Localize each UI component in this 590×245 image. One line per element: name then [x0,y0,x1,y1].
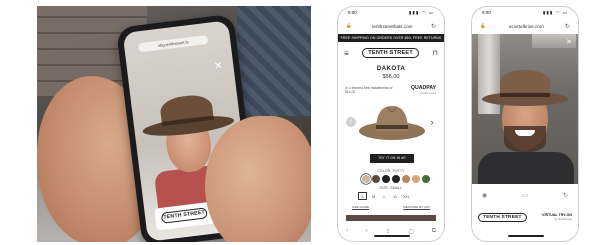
status-bar: 9:00 ▮▮▮ ◠ ▭ [338,7,444,19]
shopping-bag-icon[interactable]: ⊓ [433,49,438,57]
lock-icon: 🔒 [346,23,352,28]
size-option[interactable]: L [380,192,389,200]
menu-icon[interactable]: ≡ [344,49,349,58]
person-jacket [478,152,574,184]
photo-hand-holding-phone: nbg.tenthstreet.fs ✕ TENTH STREET [37,6,311,242]
lock-icon: 🔒 [480,23,486,28]
guide-links: SIZE GUIDE MEASURE MY HAT [352,205,430,209]
ar-hat-band [500,93,550,97]
site-header: ≡ TENTH STREET ⊓ [344,45,438,61]
installments-text: or 4 interest-free installments of $14.0… [345,86,393,95]
browser-nav-button[interactable]: ▢ [408,228,414,235]
product-hat-image [359,106,425,140]
vto-title: VIRTUAL TRY-ON [542,212,572,217]
add-to-cart-bar[interactable] [346,215,436,221]
color-swatch[interactable] [422,175,430,183]
brand-logo: TENTH STREET [160,207,208,224]
color-swatch[interactable] [392,175,400,183]
browser-nav-button[interactable]: ‹ [346,228,348,234]
right-hand [205,116,311,242]
brand-logo[interactable]: TENTH STREET [362,48,419,58]
tryon-toolbar: ◉ ▭ ↻ [472,185,578,205]
tryon-footer: TENTH STREET VIRTUAL TRY-ON by Tenthstre… [478,209,572,225]
tryon-tool-button[interactable]: ▭ [522,192,528,199]
color-swatch[interactable] [382,175,390,183]
tryon-tool-button[interactable]: ↻ [563,192,568,199]
status-icons: ▮▮▮ ◠ ▭ [542,10,568,15]
vto-by: by Tenthstreet [554,217,572,221]
product-page-phone: 9:00 ▮▮▮ ◠ ▭ 🔒 tenthstreethats.com ↻ FRE… [337,6,445,242]
size-option[interactable]: S [358,192,367,200]
patterned-cushion [237,6,311,116]
product-price: $56.00 [382,74,400,80]
size-option[interactable]: M [369,192,378,200]
color-swatch[interactable] [412,175,420,183]
status-icons: ▮▮▮ ◠ ▭ [408,10,434,15]
learn-more-link[interactable]: Learn more [411,91,436,95]
size-option[interactable]: XL [391,192,400,200]
quadpay-badge[interactable]: QUADPAY Learn more [411,85,436,95]
status-time: 9:00 [348,10,357,15]
person-smile [515,130,535,136]
size-option[interactable]: XXL [402,192,411,200]
close-icon[interactable]: ✕ [213,60,224,72]
tryon-tool-button[interactable]: ◉ [482,192,487,199]
try-on-ar-button[interactable]: TRY IT ON IN AR [370,154,414,163]
held-phone-url: nbg.tenthstreet.fs [137,34,209,53]
home-indicator [374,235,410,237]
reload-icon[interactable]: ↻ [431,23,436,30]
color-swatch[interactable] [402,175,410,183]
color-swatch[interactable] [362,175,370,183]
status-time: 9:00 [482,10,491,15]
measure-guide-link[interactable]: MEASURE MY HAT [403,205,430,209]
tryon-page-phone: 9:00 ▮▮▮ ◠ ▭ 🔒 at.virtelbrias.com ↻ ✕ ◉ ▭… [471,6,579,242]
browser-url-bar[interactable]: 🔒 tenthstreethats.com ↻ [346,20,436,32]
shipping-banner: FREE SHIPPING ON ORDERS OVER $50, FREE R… [338,34,444,42]
status-bar: 9:00 ▮▮▮ ◠ ▭ [472,7,578,19]
virtual-tryon-label: VIRTUAL TRY-ON by Tenthstreet [542,213,572,222]
url-text[interactable]: tenthstreethats.com [354,24,431,29]
next-image-arrow[interactable]: › [428,117,436,127]
brand-logo[interactable]: TENTH STREET [478,212,527,222]
close-icon[interactable]: ✕ [566,38,572,46]
product-name: DAKOTA [376,65,406,72]
browser-nav-button[interactable]: › [366,228,368,234]
size-options: S M L XL XXL [358,192,411,200]
browser-nav-button[interactable]: ⧉ [432,228,436,235]
url-text[interactable]: at.virtelbrias.com [488,24,565,29]
reload-icon[interactable]: ↻ [565,23,570,30]
browser-url-bar[interactable]: 🔒 at.virtelbrias.com ↻ [480,20,570,32]
camera-view: ✕ [472,34,578,184]
color-swatch[interactable] [372,175,380,183]
size-label: SIZE: SMALL [379,186,403,190]
color-label: COLOR: PUTTY [377,169,405,173]
browser-nav-button[interactable]: ⇪ [386,228,391,235]
color-swatches [362,175,430,183]
size-guide-link[interactable]: SIZE GUIDE [352,205,369,209]
home-indicator [508,235,544,237]
prev-image-arrow[interactable]: ‹ [346,117,356,127]
